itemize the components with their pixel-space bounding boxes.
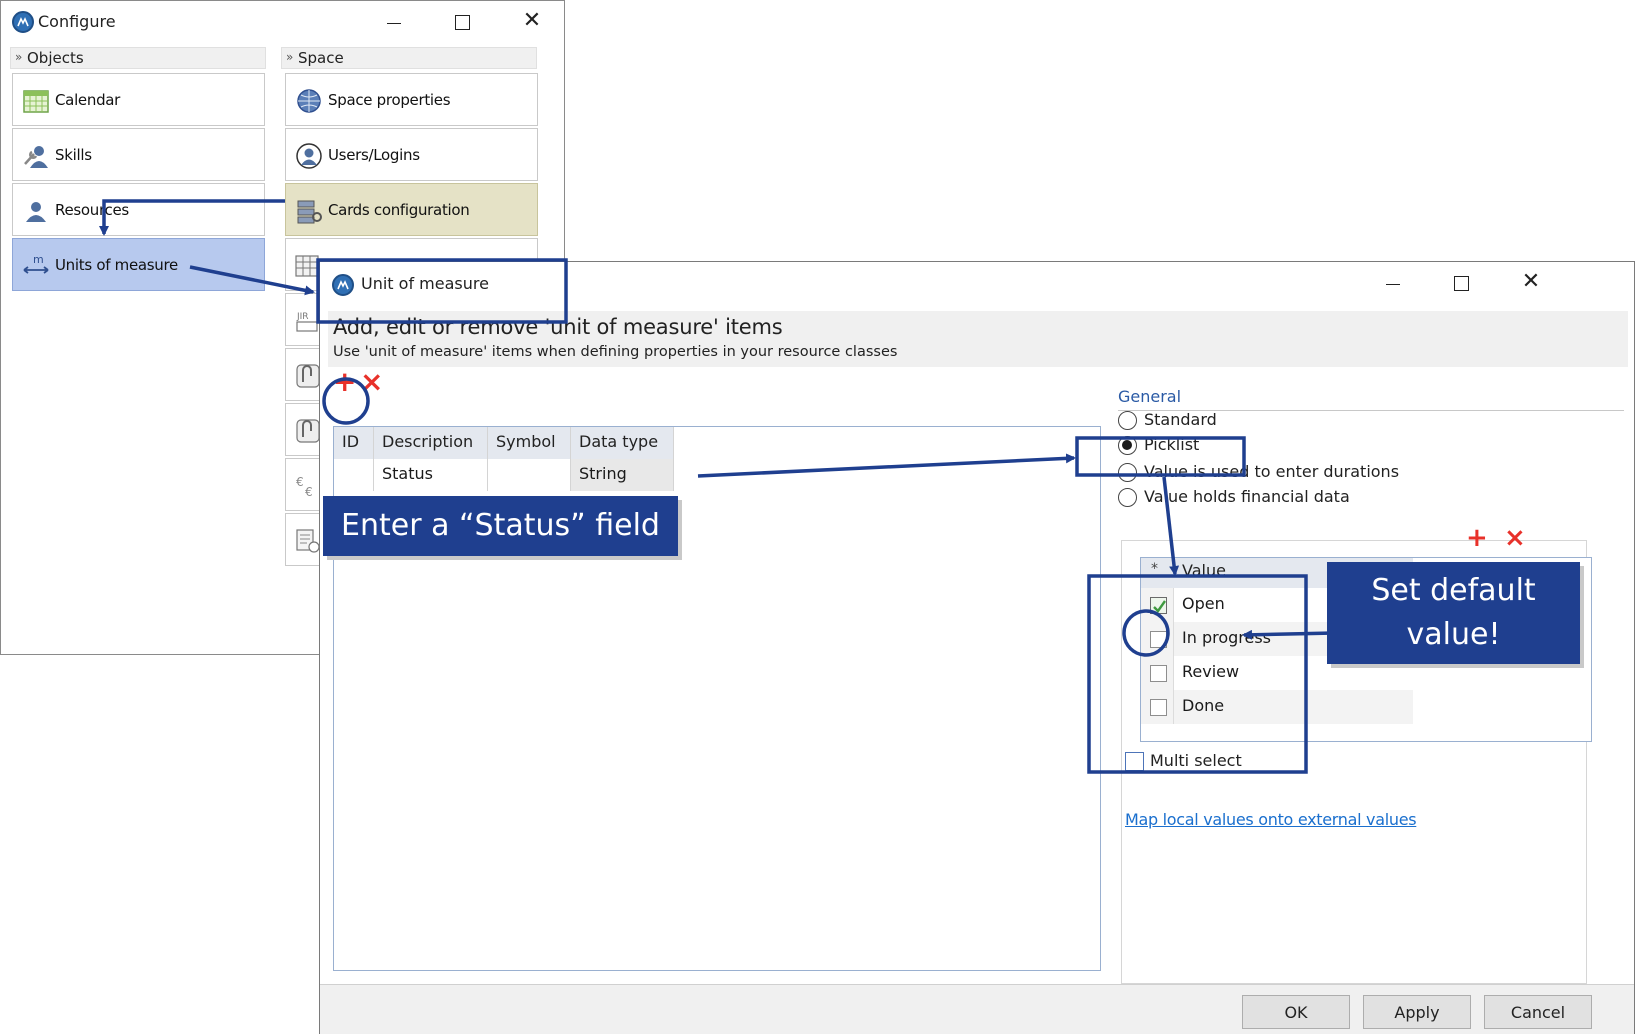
column-id[interactable]: ID bbox=[334, 427, 374, 459]
cell-id[interactable] bbox=[334, 459, 374, 491]
default-checkbox[interactable] bbox=[1150, 665, 1167, 682]
svg-text:m: m bbox=[33, 253, 44, 266]
map-values-link[interactable]: Map local values onto external values bbox=[1125, 810, 1417, 829]
tile-calendar[interactable]: Calendar bbox=[12, 73, 265, 126]
default-check-cell bbox=[1141, 622, 1174, 656]
resource-person-icon bbox=[26, 202, 46, 222]
tile-resources-label: Resources bbox=[55, 201, 129, 219]
tile-cards-configuration-label: Cards configuration bbox=[328, 201, 470, 219]
report-clock-icon bbox=[296, 529, 320, 553]
general-group-label: General bbox=[1118, 387, 1182, 406]
configure-window-title: Configure bbox=[38, 12, 116, 31]
section-space-label: Space bbox=[298, 49, 344, 67]
tile-space-properties-label: Space properties bbox=[328, 91, 451, 109]
tile-space-properties[interactable]: Space properties bbox=[285, 73, 538, 126]
dialog-footer: OK Apply Cancel bbox=[320, 984, 1634, 1034]
column-symbol[interactable]: Symbol bbox=[488, 427, 571, 459]
values-column-header[interactable]: Value bbox=[1182, 561, 1226, 580]
jira-icon: JIR bbox=[296, 312, 318, 332]
uom-window-title: Unit of measure bbox=[361, 274, 489, 293]
skills-icon bbox=[24, 146, 48, 168]
wrench-icon bbox=[296, 419, 320, 443]
tile-users-logins-label: Users/Logins bbox=[328, 146, 420, 164]
tile-calendar-label: Calendar bbox=[55, 91, 121, 109]
section-objects[interactable]: » Objects bbox=[10, 47, 266, 69]
radio-durations-button[interactable] bbox=[1118, 463, 1137, 482]
default-checkbox[interactable] bbox=[1150, 631, 1167, 648]
section-space[interactable]: » Space bbox=[281, 47, 537, 69]
radio-durations-label: Value is used to enter durations bbox=[1144, 462, 1400, 481]
column-data-type[interactable]: Data type bbox=[571, 427, 674, 459]
wrench-icon bbox=[296, 364, 320, 388]
uom-header: Add, edit or remove 'unit of measure' it… bbox=[328, 311, 1628, 367]
cell-description[interactable]: Status bbox=[374, 459, 488, 491]
radio-financial-label: Value holds financial data bbox=[1144, 487, 1350, 506]
default-checkbox[interactable] bbox=[1150, 597, 1167, 614]
apply-button[interactable]: Apply bbox=[1363, 995, 1471, 1029]
radio-standard-button[interactable] bbox=[1118, 411, 1137, 430]
status-callout: Enter a “Status” field bbox=[323, 496, 678, 556]
svg-text:€: € bbox=[296, 475, 304, 489]
add-item-button[interactable]: + bbox=[333, 368, 356, 396]
default-check-cell bbox=[1141, 588, 1174, 622]
delete-item-button[interactable]: × bbox=[360, 368, 383, 396]
cell-data-type[interactable]: String bbox=[571, 459, 674, 491]
section-objects-label: Objects bbox=[27, 49, 84, 67]
collapse-chevron-icon: » bbox=[286, 50, 294, 64]
tile-resources[interactable]: Resources bbox=[12, 183, 265, 236]
multi-select-label: Multi select bbox=[1150, 751, 1242, 770]
cell-symbol[interactable] bbox=[488, 459, 571, 491]
default-value-callout: Set default value! bbox=[1327, 562, 1580, 664]
checkmark-icon bbox=[1153, 600, 1166, 613]
tile-units-of-measure-label: Units of measure bbox=[55, 256, 178, 274]
radio-picklist-button[interactable] bbox=[1118, 436, 1137, 455]
value-label[interactable]: Review bbox=[1182, 656, 1239, 690]
cards-config-icon bbox=[297, 200, 322, 224]
ok-button[interactable]: OK bbox=[1242, 995, 1350, 1029]
app-logo-icon bbox=[12, 11, 34, 33]
radio-standard-label: Standard bbox=[1144, 410, 1217, 429]
measure-arrow-icon: m bbox=[23, 253, 49, 274]
tile-units-of-measure[interactable]: m Units of measure bbox=[12, 238, 265, 291]
cancel-button[interactable]: Cancel bbox=[1484, 995, 1592, 1029]
uom-titlebar: Unit of measure ✕ bbox=[320, 262, 1634, 304]
value-label[interactable]: Open bbox=[1182, 588, 1225, 622]
collapse-chevron-icon: » bbox=[15, 50, 23, 64]
tile-users-logins[interactable]: Users/Logins bbox=[285, 128, 538, 181]
calendar-grid-icon bbox=[295, 255, 319, 277]
radio-picklist-label: Picklist bbox=[1144, 435, 1200, 454]
uom-header-subtitle: Use 'unit of measure' items when definin… bbox=[333, 344, 898, 360]
value-label[interactable]: In progress bbox=[1182, 622, 1271, 656]
svg-text:JIR: JIR bbox=[296, 312, 309, 322]
close-button[interactable]: ✕ bbox=[517, 10, 547, 32]
multi-select-checkbox[interactable] bbox=[1125, 752, 1144, 771]
picklist-add-button[interactable]: + bbox=[1466, 524, 1488, 552]
tile-cards-configuration[interactable]: Cards configuration bbox=[285, 183, 538, 236]
currency-icon: € € bbox=[296, 475, 313, 499]
tile-skills[interactable]: Skills bbox=[12, 128, 265, 181]
svg-text:€: € bbox=[305, 485, 313, 499]
tile-skills-label: Skills bbox=[55, 146, 92, 164]
value-label[interactable]: Done bbox=[1182, 690, 1224, 724]
column-description[interactable]: Description bbox=[374, 427, 488, 459]
default-check-cell bbox=[1141, 656, 1174, 690]
radio-financial-button[interactable] bbox=[1118, 488, 1137, 507]
default-checkbox[interactable] bbox=[1150, 699, 1167, 716]
uom-header-title: Add, edit or remove 'unit of measure' it… bbox=[333, 315, 783, 339]
globe-icon bbox=[297, 89, 321, 113]
default-callout-line2: value! bbox=[1406, 617, 1501, 652]
configure-titlebar: Configure ✕ bbox=[1, 1, 564, 43]
values-star-column: * bbox=[1151, 561, 1158, 577]
default-check-cell bbox=[1141, 690, 1174, 724]
user-login-icon bbox=[296, 143, 322, 169]
picklist-delete-button[interactable]: × bbox=[1504, 524, 1526, 552]
default-callout-line1: Set default bbox=[1371, 573, 1536, 608]
app-logo-icon bbox=[332, 274, 354, 296]
list-item[interactable]: Done bbox=[1141, 690, 1413, 724]
calendar-icon bbox=[23, 90, 49, 113]
close-button[interactable]: ✕ bbox=[1516, 271, 1546, 293]
